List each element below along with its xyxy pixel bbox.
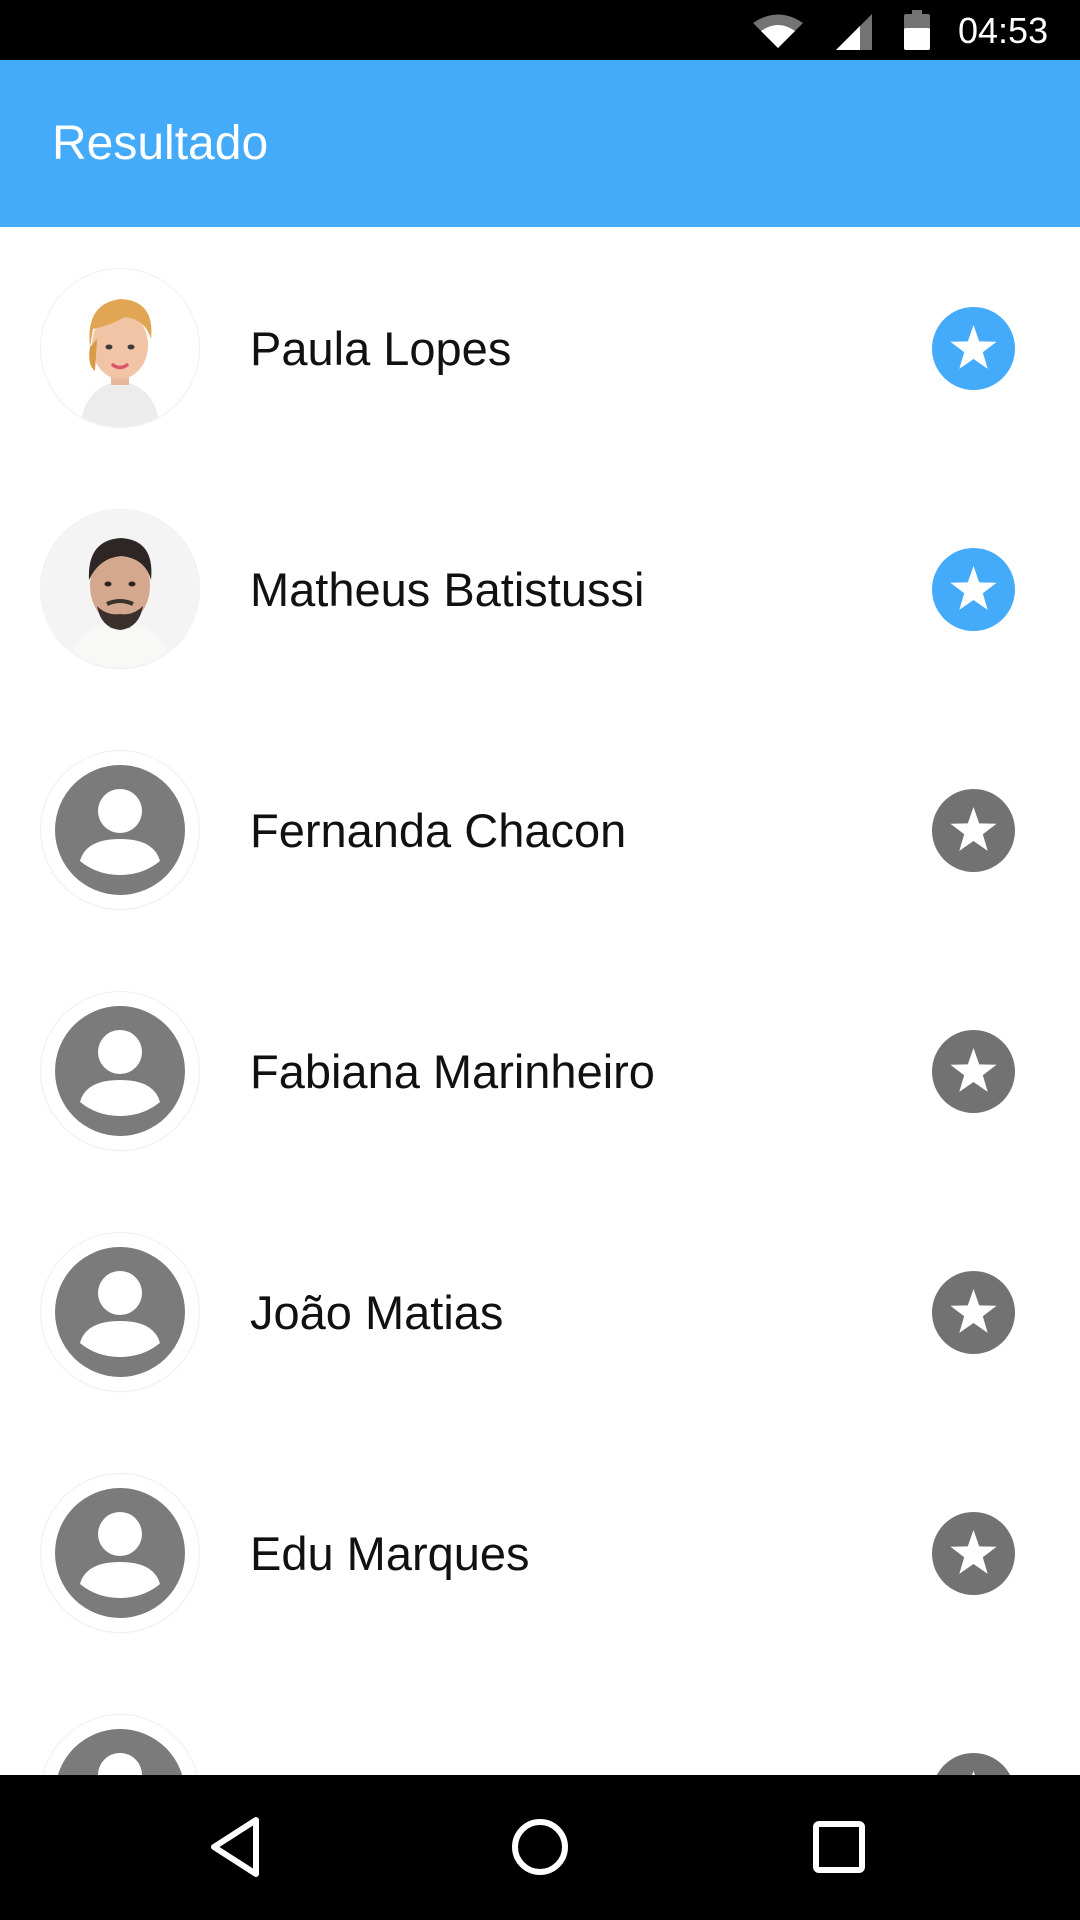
default-person-icon: [41, 751, 199, 909]
default-person-icon: [41, 1715, 199, 1775]
star-icon: [932, 1030, 1015, 1113]
contact-name: Matheus Batistussi: [250, 563, 645, 616]
star-icon: [932, 548, 1015, 631]
list-item[interactable]: Fabiana Marinheiro: [0, 950, 1080, 1191]
home-icon: [512, 1819, 568, 1875]
star-icon: [936, 1753, 1011, 1775]
contact-name: Paula Lopes: [250, 322, 512, 375]
app-bar: Resultado: [0, 60, 1080, 227]
status-bar: 04:53: [0, 0, 1080, 60]
contact-name: Fernanda Chacon: [250, 804, 627, 857]
star-icon: [932, 1512, 1015, 1595]
recents-button[interactable]: [789, 1797, 889, 1897]
default-person-icon: [41, 1233, 199, 1391]
recents-icon: [813, 1821, 865, 1873]
screen: 04:53 Resultado Paula Lopes Matheus Bati…: [0, 0, 1080, 1920]
list-item[interactable]: Fernanda Chacon: [0, 709, 1080, 950]
favorite-star-button[interactable]: [932, 789, 1015, 872]
contact-name: João Matias: [250, 1286, 504, 1339]
cell-signal-icon: [836, 14, 872, 50]
battery-icon: [904, 10, 930, 50]
star-icon: [932, 789, 1015, 872]
navigation-bar: [0, 1775, 1080, 1920]
back-icon: [211, 1817, 259, 1877]
contact-name: Edu Marques: [250, 1527, 530, 1580]
star-icon: [932, 1271, 1015, 1354]
photo-man-avatar: [41, 510, 199, 668]
status-clock: 04:53: [958, 10, 1049, 51]
favorite-star-button[interactable]: [932, 1753, 1015, 1775]
contact-name: Fabiana Marinheiro: [250, 1045, 655, 1098]
favorite-star-button[interactable]: [932, 307, 1015, 390]
star-icon: [932, 307, 1015, 390]
page-title: Resultado: [52, 117, 269, 170]
favorite-star-button[interactable]: [932, 1271, 1015, 1354]
default-person-icon: [41, 992, 199, 1150]
list-item[interactable]: Matheus Batistussi: [0, 468, 1080, 709]
favorite-star-button[interactable]: [932, 548, 1015, 631]
list-item[interactable]: João Matias: [0, 1191, 1080, 1432]
home-button[interactable]: [490, 1797, 590, 1897]
favorite-star-button[interactable]: [932, 1030, 1015, 1113]
wifi-icon: [753, 14, 803, 48]
back-button[interactable]: [187, 1797, 287, 1897]
list-item[interactable]: Paula Lopes: [0, 227, 1080, 468]
favorite-star-button[interactable]: [932, 1512, 1015, 1595]
list-item[interactable]: [0, 1673, 1080, 1775]
list-item[interactable]: Edu Marques: [0, 1432, 1080, 1673]
contact-list[interactable]: Paula Lopes Matheus Batistussi Fernanda …: [0, 227, 1080, 1775]
default-person-icon: [41, 1474, 199, 1632]
photo-woman-avatar: [41, 269, 199, 427]
